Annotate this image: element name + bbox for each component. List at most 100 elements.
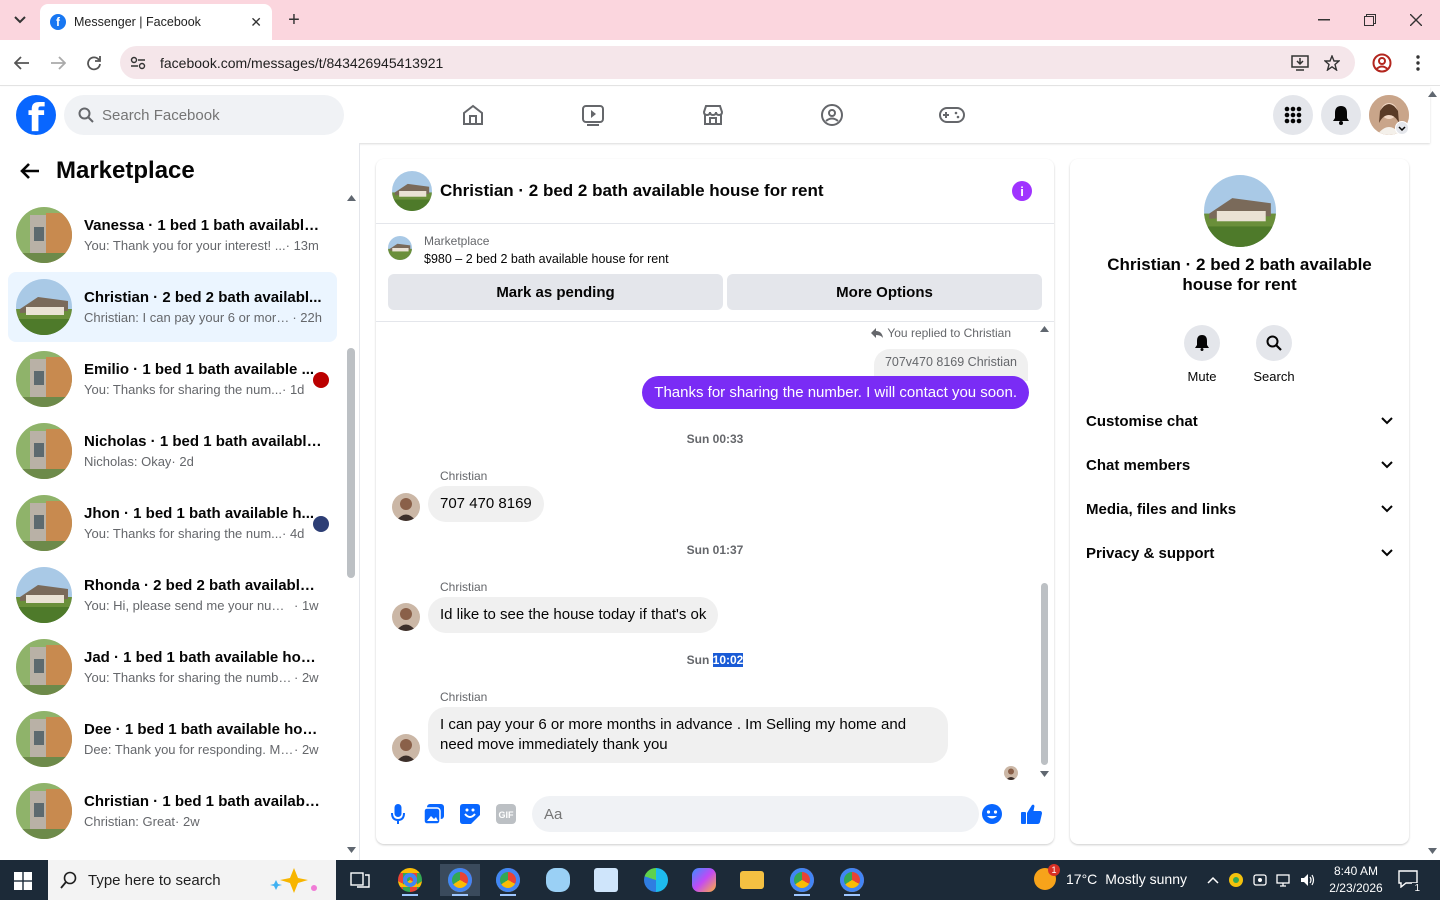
- taskbar-search-text[interactable]: Type here to search: [88, 872, 221, 889]
- nav-groups-button[interactable]: [815, 99, 849, 131]
- tab-close-icon[interactable]: ✕: [250, 14, 262, 31]
- conversation-item[interactable]: Nicholas · 1 bed 1 bath available ... Nic…: [8, 416, 337, 486]
- taskbar-chrome-5[interactable]: [832, 864, 872, 896]
- customise-chat-section[interactable]: Customise chat: [1086, 401, 1393, 441]
- my-message-bubble[interactable]: Thanks for sharing the number. I will co…: [642, 376, 1029, 409]
- conversation-item[interactable]: Emilio · 1 bed 1 bath available ... You: …: [8, 344, 337, 414]
- site-settings-icon[interactable]: [130, 56, 146, 70]
- close-window-button[interactable]: [1402, 6, 1430, 34]
- gif-button[interactable]: GIF: [496, 804, 516, 824]
- restore-button[interactable]: [1356, 6, 1384, 34]
- chevron-up-icon[interactable]: [1206, 873, 1220, 887]
- tray-app-icon[interactable]: [1228, 872, 1244, 888]
- url-text[interactable]: facebook.com/messages/t/843426945413921: [160, 55, 443, 71]
- clock[interactable]: 8:40 AM 2/23/2026: [1318, 863, 1394, 897]
- weather-widget[interactable]: 1 17°C Mostly sunny: [1034, 864, 1187, 890]
- scroll-up-icon[interactable]: [347, 195, 356, 201]
- search-in-chat-button[interactable]: [1256, 325, 1292, 361]
- notifications-button[interactable]: [1321, 95, 1361, 135]
- nav-home-button[interactable]: [456, 99, 490, 131]
- received-message-bubble[interactable]: I can pay your 6 or more months in advan…: [428, 707, 948, 763]
- scroll-up-icon[interactable]: [1040, 326, 1049, 332]
- task-view-button[interactable]: [340, 864, 380, 896]
- profile-button[interactable]: [1370, 51, 1394, 75]
- privacy-support-section[interactable]: Privacy & support: [1086, 533, 1393, 573]
- reload-button[interactable]: [82, 51, 106, 75]
- back-arrow-icon[interactable]: [20, 162, 40, 180]
- network-icon[interactable]: [1276, 872, 1292, 888]
- conversation-item[interactable]: Jhon · 1 bed 1 bath available h... You: T…: [8, 488, 337, 558]
- sender-avatar[interactable]: [392, 603, 420, 631]
- sender-avatar[interactable]: [392, 493, 420, 521]
- chat-members-section[interactable]: Chat members: [1086, 445, 1393, 485]
- browser-tab[interactable]: f Messenger | Facebook ✕: [40, 4, 272, 40]
- more-options-button[interactable]: More Options: [727, 274, 1042, 310]
- menu-button[interactable]: [1273, 95, 1313, 135]
- attach-photo-button[interactable]: [424, 804, 444, 824]
- nav-gaming-button[interactable]: [935, 99, 969, 131]
- chat-profile-photo[interactable]: [1204, 175, 1276, 247]
- nav-video-button[interactable]: [576, 99, 610, 131]
- browser-menu-button[interactable]: [1406, 51, 1430, 75]
- conversation-item[interactable]: Christian · 2 bed 2 bath availabl... Chri…: [8, 272, 337, 342]
- taskbar-chrome-2[interactable]: [440, 864, 480, 896]
- message-input[interactable]: [544, 805, 944, 823]
- omnibox[interactable]: facebook.com/messages/t/843426945413921: [120, 46, 1355, 79]
- search-action[interactable]: Search: [1244, 325, 1304, 384]
- forward-button[interactable]: [46, 51, 70, 75]
- received-message-bubble[interactable]: Id like to see the house today if that's…: [428, 597, 719, 633]
- listing-thumbnail[interactable]: [388, 236, 412, 260]
- chat-title[interactable]: Christian · 2 bed 2 bath available house…: [440, 181, 824, 201]
- taskbar-edge[interactable]: [636, 864, 676, 896]
- mark-as-pending-button[interactable]: Mark as pending: [388, 274, 723, 310]
- facebook-search-input[interactable]: [102, 106, 322, 124]
- media-files-links-section[interactable]: Media, files and links: [1086, 489, 1393, 529]
- taskbar-chrome-1[interactable]: [390, 864, 430, 896]
- minimize-button[interactable]: [1310, 6, 1338, 34]
- tab-search-button[interactable]: [8, 8, 32, 32]
- taskbar-notepad[interactable]: [586, 864, 626, 896]
- sender-avatar[interactable]: [392, 734, 420, 762]
- taskbar-file-explorer[interactable]: [732, 864, 772, 896]
- meet-now-icon[interactable]: [1252, 872, 1268, 888]
- listing-title[interactable]: $980 – 2 bed 2 bath available house for …: [424, 252, 669, 266]
- volume-icon[interactable]: [1300, 872, 1316, 888]
- received-message-bubble[interactable]: 707 470 8169: [428, 486, 544, 522]
- taskbar-chrome-4[interactable]: [782, 864, 822, 896]
- page-scroll-down-icon[interactable]: [1428, 848, 1437, 854]
- mute-button[interactable]: [1184, 325, 1220, 361]
- taskbar-search[interactable]: Type here to search: [48, 860, 336, 900]
- sticker-button[interactable]: [460, 804, 480, 824]
- page-scroll-up-icon[interactable]: [1428, 91, 1437, 97]
- scroll-down-icon[interactable]: [347, 847, 356, 853]
- taskbar-copilot[interactable]: [684, 864, 724, 896]
- start-button[interactable]: [14, 872, 32, 890]
- sidebar-scrollbar[interactable]: [347, 348, 355, 578]
- chat-scrollbar[interactable]: [1041, 583, 1048, 765]
- message-input-wrapper[interactable]: [532, 796, 979, 832]
- taskbar-chrome-3[interactable]: [488, 864, 528, 896]
- chat-header[interactable]: Christian · 2 bed 2 bath available house…: [376, 159, 1054, 224]
- nav-marketplace-button[interactable]: [696, 99, 730, 131]
- account-chevron-icon[interactable]: [1395, 121, 1409, 135]
- notification-center-button[interactable]: 1: [1398, 870, 1422, 894]
- scroll-down-icon[interactable]: [1040, 771, 1049, 777]
- voice-clip-button[interactable]: [388, 804, 408, 824]
- conversation-item[interactable]: Rhonda · 2 bed 2 bath available ... You: …: [8, 560, 337, 630]
- conversation-item[interactable]: Vanessa · 1 bed 1 bath available ... You:…: [8, 200, 337, 270]
- new-tab-button[interactable]: +: [282, 8, 306, 32]
- bookmark-button[interactable]: [1320, 51, 1344, 75]
- conversation-item[interactable]: Jad · 1 bed 1 bath available hous... You:…: [8, 632, 337, 702]
- facebook-search[interactable]: [64, 95, 344, 135]
- like-button[interactable]: [1020, 802, 1044, 826]
- install-app-button[interactable]: [1288, 51, 1312, 75]
- conversation-item[interactable]: Dee · 1 bed 1 bath available hous... Dee:…: [8, 704, 337, 774]
- info-icon[interactable]: i: [1012, 181, 1032, 201]
- conversation-item[interactable]: Christian · 1 bed 1 bath available... Chr…: [8, 776, 337, 846]
- mute-action[interactable]: Mute: [1172, 325, 1232, 384]
- taskbar-paint[interactable]: [538, 864, 578, 896]
- facebook-logo[interactable]: f: [16, 95, 56, 135]
- back-button[interactable]: [10, 51, 34, 75]
- emoji-button[interactable]: [982, 804, 1002, 824]
- chat-avatar[interactable]: [392, 171, 432, 211]
